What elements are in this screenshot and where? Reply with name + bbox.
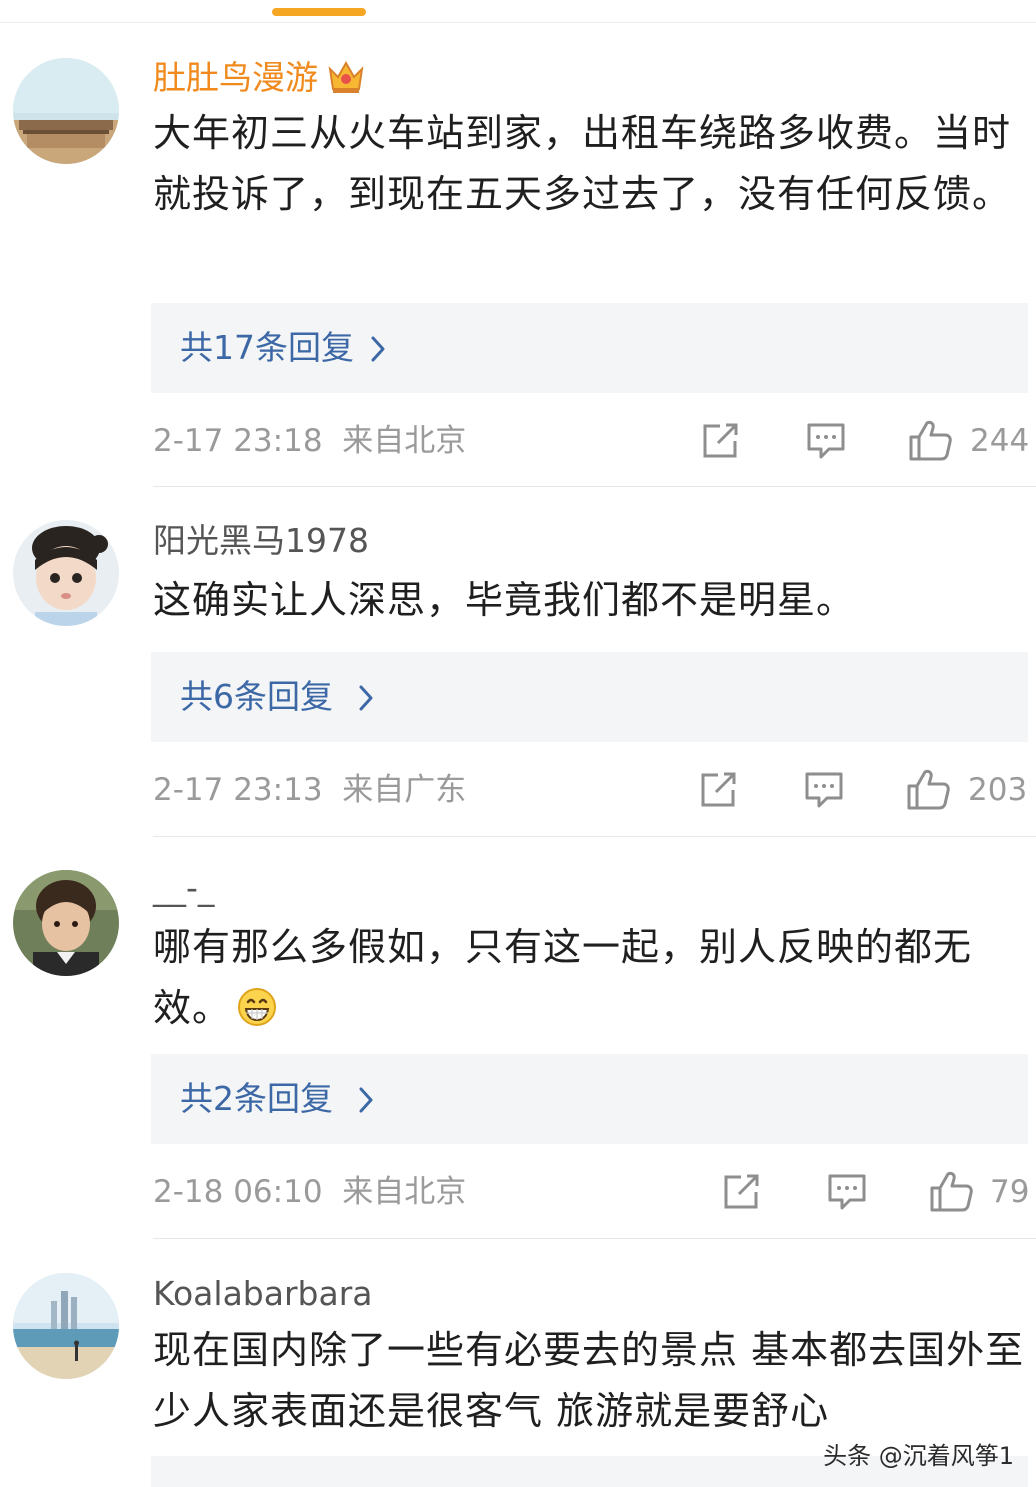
comment-meta: 2-18 06:10 来自北京 [153, 1172, 466, 1212]
username[interactable]: 阳光黑马1978 [153, 521, 369, 561]
reply-button[interactable] [826, 1172, 868, 1212]
share-icon [724, 1174, 759, 1209]
like-count: 203 [968, 772, 1028, 808]
active-tab-indicator [272, 8, 366, 16]
share-button[interactable] [698, 770, 740, 810]
watermark: 头条 @沉着风筝1 [823, 1442, 1014, 1470]
avatar[interactable] [13, 870, 119, 976]
chevron-right-icon [359, 1087, 373, 1117]
chevron-right-icon [371, 336, 385, 366]
grin-emoji-icon [237, 984, 277, 1045]
reply-summary[interactable]: 共6条回复 [151, 652, 1028, 742]
share-icon [703, 423, 738, 458]
comment-text: 哪有那么多假如，只有这一起，别人反映的都无效。 [153, 917, 1025, 1045]
avatar[interactable] [13, 1273, 119, 1379]
timestamp: 2-17 23:18 [153, 423, 323, 459]
thumbs-up-icon [909, 420, 952, 461]
reply-count-link[interactable]: 共17条回复 [180, 303, 354, 393]
comment-text: 这确实让人深思，毕竟我们都不是明星。 [153, 578, 856, 622]
timestamp: 2-17 23:13 [153, 772, 323, 808]
reply-summary[interactable]: 共2条回复 [151, 1054, 1028, 1144]
comment-meta: 2-17 23:18 来自北京 [153, 421, 466, 461]
like-button[interactable] [905, 767, 951, 811]
avatar[interactable] [13, 58, 119, 164]
comment-icon [807, 423, 845, 459]
comment-icon [828, 1174, 866, 1210]
comment-divider [153, 836, 1036, 837]
comment-divider [153, 486, 1036, 487]
reply-button[interactable] [803, 770, 845, 810]
share-button[interactable] [700, 421, 742, 461]
like-count: 244 [970, 423, 1030, 459]
thumbs-up-icon [930, 1171, 973, 1212]
share-icon [701, 772, 736, 807]
like-count: 79 [990, 1174, 1030, 1210]
reply-count-link[interactable]: 共6条回复 [180, 652, 333, 742]
comment-text: 现在国内除了一些有必要去的景点 基本都去国外至少人家表面还是很客气 旅游就是要舒… [153, 1328, 1025, 1433]
comment-meta: 2-17 23:13 来自广东 [153, 770, 466, 810]
crown-icon [326, 57, 366, 104]
username[interactable]: __-_ [153, 868, 214, 908]
like-button[interactable] [907, 418, 953, 462]
timestamp: 2-18 06:10 [153, 1174, 323, 1210]
top-divider [0, 22, 1036, 23]
share-button[interactable] [721, 1172, 763, 1212]
comment-divider [153, 1238, 1036, 1239]
location: 来自广东 [342, 772, 467, 808]
chevron-right-icon [359, 685, 373, 715]
reply-count-link[interactable]: 共2条回复 [180, 1054, 333, 1144]
like-button[interactable] [928, 1169, 974, 1213]
comment-text: 大年初三从火车站到家，出租车绕路多收费。当时就投诉了，到现在五天多过去了，没有任… [153, 111, 1012, 216]
avatar[interactable] [13, 520, 119, 626]
location: 来自北京 [342, 1174, 467, 1210]
comment-icon [805, 772, 843, 808]
reply-summary[interactable]: 共17条回复 [151, 303, 1028, 393]
username[interactable]: 肚肚鸟漫游 [153, 57, 366, 104]
location: 来自北京 [342, 423, 467, 459]
thumbs-up-icon [907, 769, 950, 810]
username[interactable]: Koalabarbara [153, 1274, 373, 1314]
reply-button[interactable] [805, 421, 847, 461]
